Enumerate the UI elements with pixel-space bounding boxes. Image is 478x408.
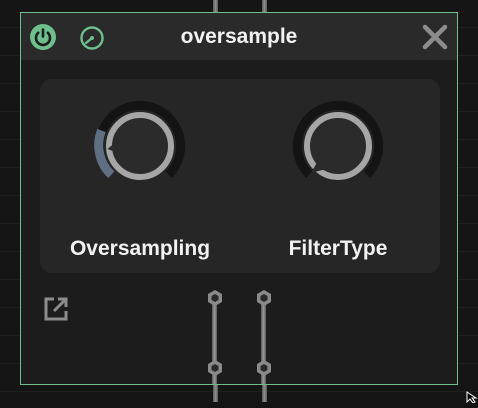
output-port-1[interactable] <box>207 359 223 377</box>
output-port-2[interactable] <box>256 359 272 377</box>
oversampling-knob[interactable] <box>91 97 189 195</box>
patch-canvas[interactable]: oversample Oversampling FilterType <box>0 0 478 404</box>
filtertype-knob[interactable] <box>289 97 387 195</box>
module-panel: oversample Oversampling FilterType <box>20 12 458 385</box>
module-titlebar[interactable]: oversample <box>21 13 457 60</box>
external-window-icon[interactable] <box>43 296 69 322</box>
input-port-2[interactable] <box>256 289 272 307</box>
close-icon[interactable] <box>421 23 449 51</box>
module-title: oversample <box>180 25 298 48</box>
filtertype-label: FilterType <box>288 237 388 260</box>
oversampling-label: Oversampling <box>69 237 211 260</box>
input-port-1[interactable] <box>207 289 223 307</box>
cursor-icon <box>466 390 478 404</box>
